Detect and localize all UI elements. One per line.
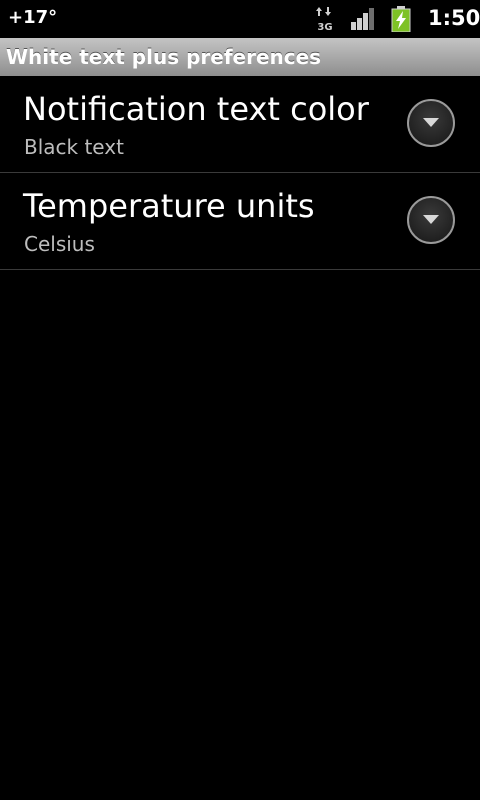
temperature-units-dropdown-button[interactable] — [407, 196, 455, 244]
preference-temperature-units[interactable]: Temperature units Celsius — [0, 173, 480, 270]
preference-notification-text-color[interactable]: Notification text color Black text — [0, 76, 480, 173]
battery-charging-icon — [390, 6, 412, 33]
chevron-down-icon — [423, 215, 439, 224]
status-temperature: +17° — [8, 7, 58, 28]
preference-summary: Celsius — [24, 232, 95, 256]
network-3g-icon: 3G — [314, 6, 336, 33]
preference-title: Temperature units — [23, 187, 315, 225]
title-bar: White text plus preferences — [0, 38, 480, 76]
status-bar: +17° 3G 1:50 — [0, 0, 480, 38]
preferences-list: Notification text color Black text Tempe… — [0, 76, 480, 270]
status-time: 1:50 — [428, 6, 480, 30]
preference-summary: Black text — [24, 135, 124, 159]
preference-title: Notification text color — [23, 90, 369, 128]
signal-strength-icon — [350, 8, 376, 30]
chevron-down-icon — [423, 118, 439, 127]
page-title: White text plus preferences — [6, 45, 322, 69]
notification-text-color-dropdown-button[interactable] — [407, 99, 455, 147]
network-type-label: 3G — [317, 22, 332, 32]
